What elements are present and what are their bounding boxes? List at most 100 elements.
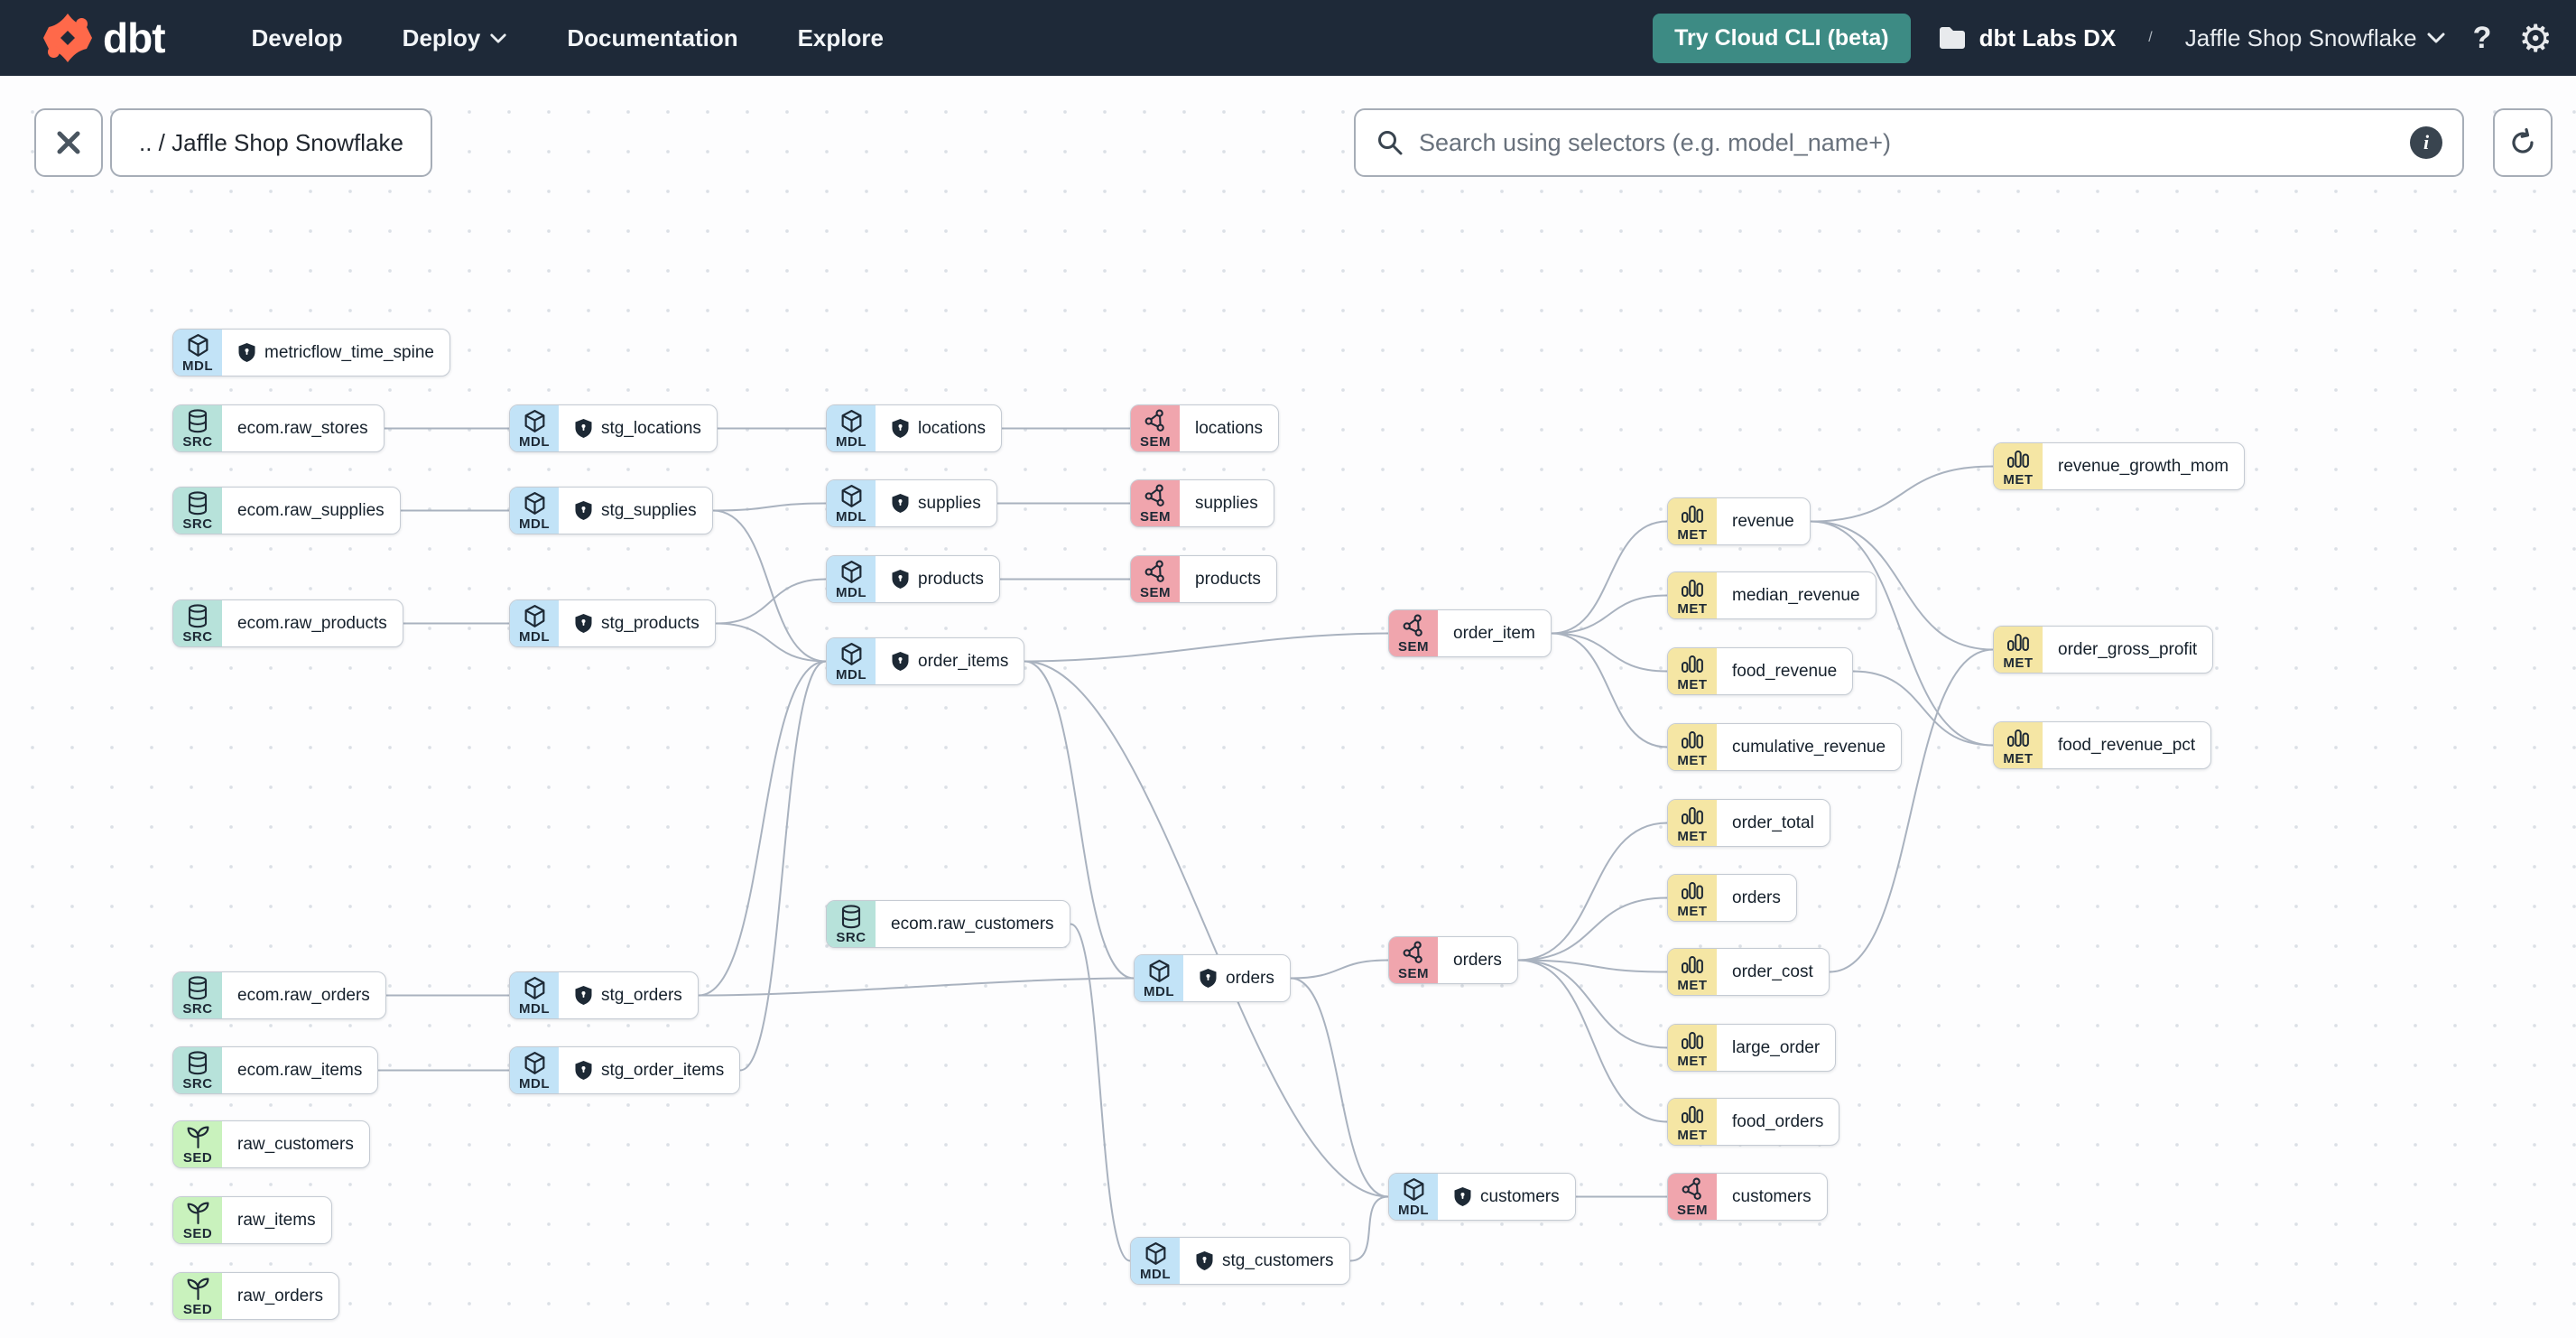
node-type-label: SEM bbox=[1139, 585, 1171, 600]
node-met_orders[interactable]: MET orders bbox=[1667, 874, 1797, 922]
node-met_large_order[interactable]: MET large_order bbox=[1667, 1024, 1837, 1072]
project-name: Jaffle Shop Snowflake bbox=[2184, 23, 2417, 51]
try-cloud-cli-button[interactable]: Try Cloud CLI (beta) bbox=[1653, 13, 1911, 63]
node-type-label: SRC bbox=[836, 930, 866, 945]
nav-item-deploy[interactable]: Deploy bbox=[403, 24, 508, 52]
node-mdl_locations[interactable]: MDL locations bbox=[826, 404, 1002, 452]
selector-search[interactable]: i bbox=[1354, 108, 2464, 177]
node-type-label: SRC bbox=[182, 629, 213, 645]
node-sem_locations[interactable]: SEM locations bbox=[1130, 404, 1279, 452]
node-mdl_metricflow_time_spine[interactable]: MDL metricflow_time_spine bbox=[172, 329, 450, 376]
node-body: locations bbox=[876, 405, 1001, 451]
shield-icon bbox=[238, 343, 255, 362]
node-type-badge: SED bbox=[173, 1197, 222, 1243]
node-mdl_stg_products[interactable]: MDL stg_products bbox=[509, 599, 716, 647]
lineage-edge-sem_orders-to-met_large_order bbox=[1517, 959, 1668, 1049]
node-sed_raw_customers[interactable]: SED raw_customers bbox=[172, 1120, 370, 1168]
node-label: ecom.raw_customers bbox=[891, 914, 1054, 934]
metric-icon bbox=[1682, 1105, 1703, 1123]
lineage-edge-sem_order_item-to-met_revenue bbox=[1551, 520, 1668, 635]
node-mdl_stg_locations[interactable]: MDL stg_locations bbox=[509, 404, 718, 452]
node-body: ecom.raw_orders bbox=[222, 972, 385, 1018]
cube-icon bbox=[841, 485, 861, 507]
node-mdl_stg_order_items[interactable]: MDL stg_order_items bbox=[509, 1046, 741, 1094]
lineage-edge-mdl_stg_products-to-mdl_order_items bbox=[715, 622, 827, 663]
node-src_raw_products[interactable]: SRC ecom.raw_products bbox=[172, 599, 403, 647]
account-name: dbt Labs DX bbox=[1978, 23, 2117, 51]
node-type-badge: SEM bbox=[1131, 480, 1180, 526]
node-sem_customers[interactable]: SEM customers bbox=[1667, 1173, 1828, 1221]
node-met_cumulative_revenue[interactable]: MET cumulative_revenue bbox=[1667, 723, 1903, 771]
node-met_order_total[interactable]: MET order_total bbox=[1667, 799, 1830, 847]
metric-icon bbox=[2007, 729, 2029, 747]
node-type-label: MET bbox=[1677, 1127, 1708, 1143]
node-type-badge: SEM bbox=[1131, 556, 1180, 602]
shield-icon bbox=[575, 614, 592, 633]
cube-icon bbox=[524, 410, 544, 432]
node-met_order_cost[interactable]: MET order_cost bbox=[1667, 948, 1830, 996]
node-type-label: MET bbox=[1677, 977, 1708, 993]
node-src_raw_supplies[interactable]: SRC ecom.raw_supplies bbox=[172, 487, 401, 534]
metric-icon bbox=[1682, 881, 1703, 899]
node-src_raw_customers[interactable]: SRC ecom.raw_customers bbox=[826, 900, 1070, 948]
search-input[interactable] bbox=[1419, 128, 2395, 157]
node-mdl_stg_customers[interactable]: MDL stg_customers bbox=[1130, 1237, 1350, 1285]
breadcrumb[interactable]: .. / Jaffle Shop Snowflake bbox=[110, 108, 432, 177]
node-mdl_stg_supplies[interactable]: MDL stg_supplies bbox=[509, 487, 713, 534]
node-label: ecom.raw_stores bbox=[237, 418, 368, 438]
node-sem_orders[interactable]: SEM orders bbox=[1388, 936, 1518, 984]
node-met_food_orders[interactable]: MET food_orders bbox=[1667, 1098, 1840, 1146]
account-switcher[interactable]: dbt Labs DX bbox=[1938, 23, 2117, 52]
node-src_raw_orders[interactable]: SRC ecom.raw_orders bbox=[172, 971, 386, 1019]
semantic-model-icon bbox=[1403, 941, 1422, 963]
settings-gear-button[interactable]: ⚙ bbox=[2518, 16, 2553, 60]
node-met_median_revenue[interactable]: MET median_revenue bbox=[1667, 571, 1876, 619]
nav-item-develop[interactable]: Develop bbox=[252, 24, 343, 52]
lineage-edge-mdl_stg_products-to-mdl_products bbox=[715, 578, 827, 625]
node-mdl_supplies[interactable]: MDL supplies bbox=[826, 479, 997, 527]
node-sem_order_item[interactable]: SEM order_item bbox=[1388, 609, 1552, 657]
node-mdl_products[interactable]: MDL products bbox=[826, 555, 1000, 603]
lineage-canvas[interactable]: MDL metricflow_time_spine SRC ecom.raw_stor… bbox=[0, 0, 2576, 1338]
node-src_raw_stores[interactable]: SRC ecom.raw_stores bbox=[172, 404, 385, 452]
node-mdl_customers[interactable]: MDL customers bbox=[1388, 1173, 1576, 1221]
node-label: stg_orders bbox=[601, 985, 682, 1005]
node-mdl_stg_orders[interactable]: MDL stg_orders bbox=[509, 971, 699, 1019]
shield-icon bbox=[575, 986, 592, 1005]
node-type-badge: MET bbox=[1668, 1099, 1717, 1145]
cube-icon bbox=[841, 410, 861, 432]
node-body: raw_items bbox=[222, 1197, 331, 1243]
node-met_revenue_growth_mom[interactable]: MET revenue_growth_mom bbox=[1993, 442, 2246, 490]
node-src_raw_items[interactable]: SRC ecom.raw_items bbox=[172, 1046, 379, 1094]
node-met_revenue[interactable]: MET revenue bbox=[1667, 497, 1811, 545]
node-label: locations bbox=[918, 418, 986, 438]
node-type-label: MDL bbox=[519, 434, 550, 450]
node-met_food_revenue_pct[interactable]: MET food_revenue_pct bbox=[1993, 721, 2212, 769]
node-sed_raw_orders[interactable]: SED raw_orders bbox=[172, 1272, 340, 1320]
node-body: stg_order_items bbox=[559, 1047, 739, 1093]
node-mdl_order_items[interactable]: MDL order_items bbox=[826, 637, 1025, 685]
nav-item-documentation[interactable]: Documentation bbox=[567, 24, 737, 52]
node-met_food_revenue[interactable]: MET food_revenue bbox=[1667, 647, 1854, 695]
dbt-logo[interactable]: dbt bbox=[42, 12, 166, 64]
node-type-badge: MET bbox=[1668, 1025, 1717, 1071]
nav-item-explore[interactable]: Explore bbox=[798, 24, 884, 52]
close-lineage-button[interactable] bbox=[34, 108, 103, 177]
node-type-label: MDL bbox=[519, 516, 550, 532]
node-mdl_orders[interactable]: MDL orders bbox=[1134, 954, 1291, 1002]
shield-icon bbox=[892, 419, 909, 438]
refresh-button[interactable] bbox=[2493, 108, 2553, 177]
node-sem_products[interactable]: SEM products bbox=[1130, 555, 1277, 603]
info-icon[interactable]: i bbox=[2410, 126, 2442, 159]
node-sem_supplies[interactable]: SEM supplies bbox=[1130, 479, 1274, 527]
node-label: locations bbox=[1195, 418, 1263, 438]
node-type-label: MDL bbox=[182, 358, 213, 374]
node-sed_raw_items[interactable]: SED raw_items bbox=[172, 1196, 332, 1244]
node-met_order_gross_profit[interactable]: MET order_gross_profit bbox=[1993, 626, 2214, 674]
node-type-label: MDL bbox=[836, 667, 866, 683]
node-label: raw_orders bbox=[237, 1286, 324, 1305]
node-type-label: MET bbox=[2003, 750, 2034, 767]
node-type-label: SRC bbox=[182, 1076, 213, 1092]
project-switcher[interactable]: Jaffle Shop Snowflake bbox=[2185, 24, 2446, 52]
help-button[interactable]: ? bbox=[2473, 21, 2492, 56]
